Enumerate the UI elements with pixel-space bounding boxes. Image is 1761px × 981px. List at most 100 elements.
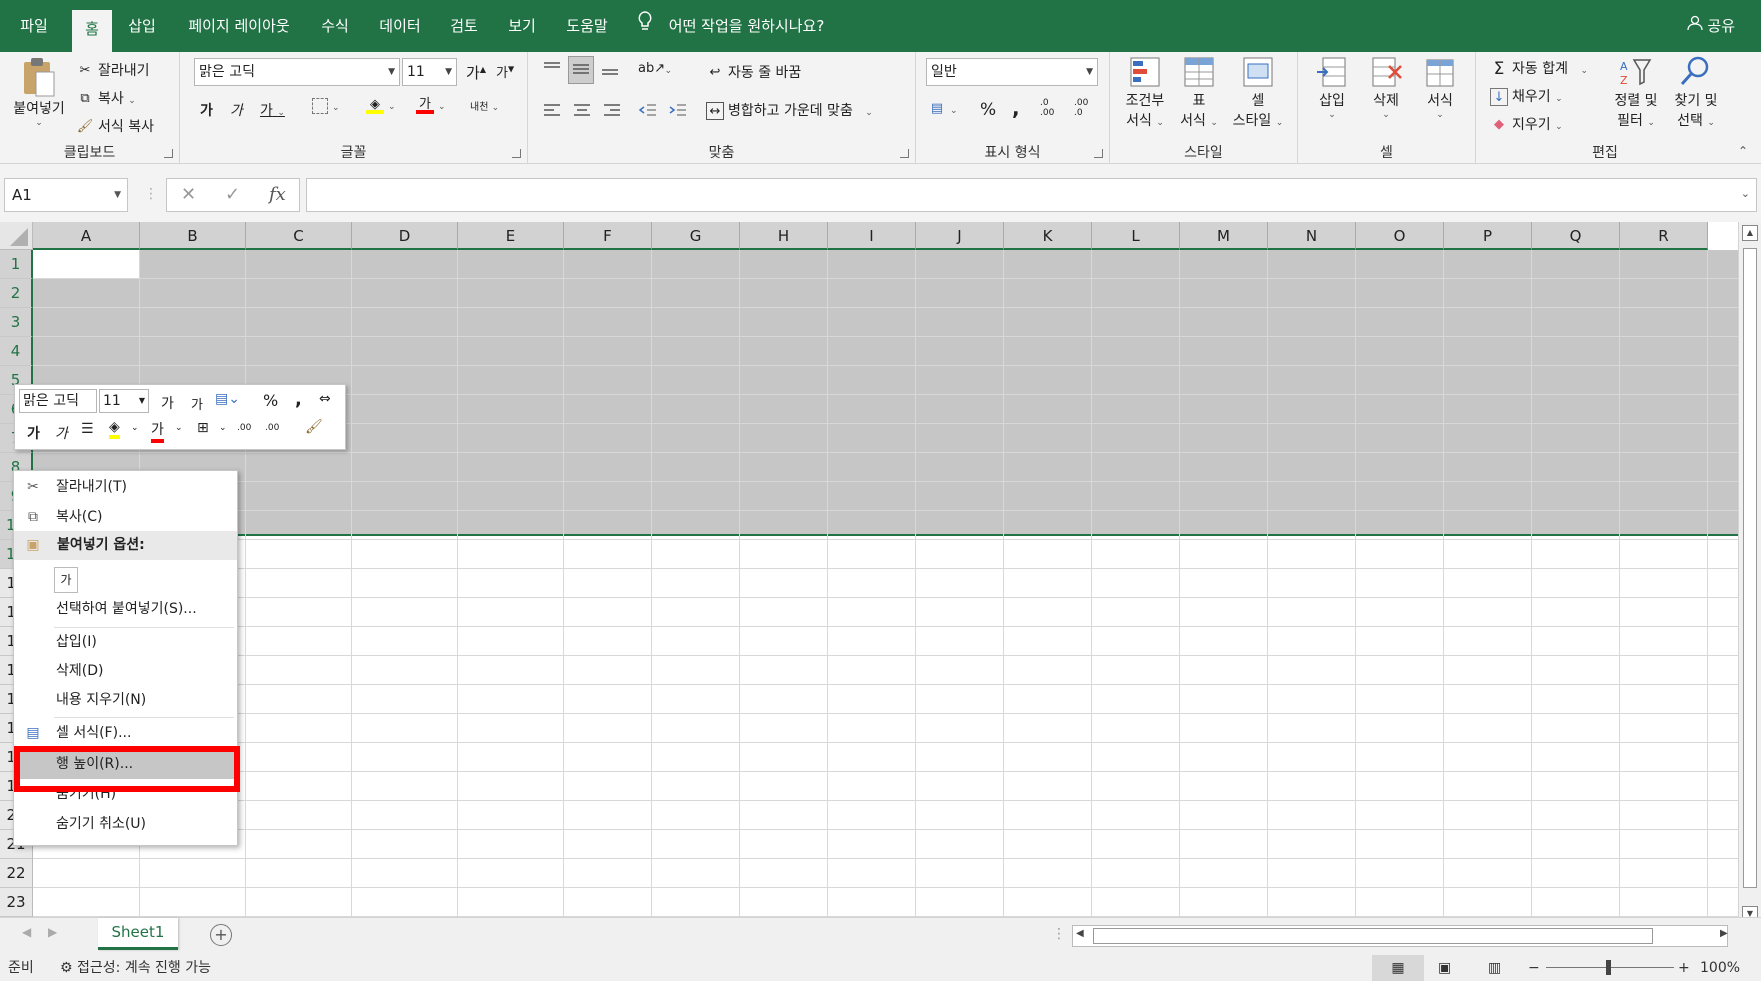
orientation-dropdown-icon[interactable]: ⌄ bbox=[664, 66, 672, 76]
phonetic-dropdown-icon[interactable]: ⌄ bbox=[492, 103, 500, 113]
paste-option-keep-source-icon[interactable]: 가 bbox=[54, 567, 78, 593]
column-header-p[interactable]: P bbox=[1444, 222, 1532, 250]
column-header-m[interactable]: M bbox=[1180, 222, 1268, 250]
column-header-a[interactable]: A bbox=[33, 222, 140, 250]
font-color-dropdown-icon[interactable]: ⌄ bbox=[438, 102, 446, 112]
normal-view-icon[interactable]: ▦ bbox=[1372, 955, 1424, 981]
mini-merge-icon[interactable]: ⇔ bbox=[319, 391, 331, 407]
tab-file[interactable]: 파일 bbox=[6, 0, 62, 52]
decrease-decimal-button[interactable]: .00 .0 bbox=[1074, 98, 1088, 118]
mini-fill-color-icon[interactable]: ◈ bbox=[109, 419, 120, 439]
horizontal-scrollbar[interactable]: ◀ bbox=[1072, 925, 1728, 947]
font-size-combo[interactable]: 11 ▼ bbox=[402, 58, 457, 86]
align-middle-button[interactable] bbox=[568, 56, 594, 84]
clear-dropdown-icon[interactable]: ⌄ bbox=[1555, 122, 1563, 132]
percent-style-button[interactable]: % bbox=[980, 100, 996, 120]
orientation-button[interactable]: ab↗ ⌄ bbox=[638, 60, 672, 78]
fill-button[interactable]: ↓ 채우기 ⌄ bbox=[1490, 86, 1563, 106]
column-header-o[interactable]: O bbox=[1356, 222, 1444, 250]
menu-item-hide[interactable]: 숨기기(H) bbox=[14, 780, 237, 809]
tab-split-grip-icon[interactable]: ⋮ bbox=[1052, 926, 1066, 942]
delete-cells-button[interactable]: 삭제 ⌄ bbox=[1362, 54, 1410, 120]
conditional-formatting-button[interactable]: 조건부 서식 ⌄ bbox=[1120, 54, 1170, 130]
font-dialog-launcher[interactable] bbox=[512, 149, 521, 158]
row-header-3[interactable]: 3 bbox=[0, 308, 33, 337]
copy-button[interactable]: ⧉ 복사 ⌄ bbox=[76, 88, 136, 108]
column-header-g[interactable]: G bbox=[652, 222, 740, 250]
page-layout-view-icon[interactable]: ▣ bbox=[1438, 955, 1451, 981]
shrink-font-button[interactable]: 가▼ bbox=[496, 62, 514, 81]
font-color-button[interactable]: 가 ⌄ bbox=[416, 96, 446, 114]
zoom-in-icon[interactable]: + bbox=[1678, 955, 1690, 981]
menu-item-insert[interactable]: 삽입(I) bbox=[14, 628, 237, 657]
mini-shrink-font-button[interactable]: 가 bbox=[191, 394, 203, 413]
tab-data[interactable]: 데이터 bbox=[368, 0, 432, 52]
mini-align-center-icon[interactable]: ☰ bbox=[81, 421, 94, 437]
zoom-slider-thumb[interactable] bbox=[1606, 960, 1611, 975]
format-as-table-button[interactable]: 표 서식 ⌄ bbox=[1174, 54, 1224, 130]
align-right-button[interactable] bbox=[602, 102, 622, 122]
format-cells-dropdown-icon[interactable]: ⌄ bbox=[1416, 110, 1464, 120]
zoom-out-icon[interactable]: − bbox=[1528, 955, 1540, 981]
insert-cells-button[interactable]: 삽입 ⌄ bbox=[1308, 54, 1356, 120]
sheet-nav-prev-icon[interactable]: ◀ bbox=[22, 925, 31, 939]
italic-button[interactable]: 가 bbox=[230, 100, 243, 120]
bold-button[interactable]: 가 bbox=[200, 100, 213, 120]
conditional-formatting-dropdown-icon[interactable]: ⌄ bbox=[1156, 118, 1164, 128]
find-select-dropdown-icon[interactable]: ⌄ bbox=[1707, 118, 1715, 128]
mini-font-color-dropdown-icon[interactable]: ⌄ bbox=[175, 423, 183, 433]
copy-dropdown-icon[interactable]: ⌄ bbox=[128, 96, 136, 106]
mini-comma-button[interactable]: , bbox=[295, 389, 302, 410]
select-all-corner[interactable] bbox=[0, 222, 33, 250]
vertical-scrollbar[interactable]: ▲ ▼ bbox=[1738, 222, 1761, 927]
cancel-icon[interactable]: ✕ bbox=[181, 179, 196, 211]
autosum-button[interactable]: Σ 자동 합계 ⌄ bbox=[1490, 58, 1588, 78]
wrap-text-button[interactable]: ↩ 자동 줄 바꿈 bbox=[706, 62, 802, 82]
mini-grow-font-button[interactable]: 가 bbox=[161, 393, 174, 413]
font-name-combo[interactable]: 맑은 고딕 ▼ bbox=[194, 58, 400, 86]
sort-filter-dropdown-icon[interactable]: ⌄ bbox=[1647, 118, 1655, 128]
cut-button[interactable]: ✂ 잘라내기 bbox=[76, 60, 150, 80]
mini-font-color-button[interactable]: 가 bbox=[151, 419, 164, 443]
paste-dropdown-icon[interactable]: ⌄ bbox=[8, 118, 70, 128]
column-header-r[interactable]: R bbox=[1620, 222, 1708, 250]
sheet-tab-sheet1[interactable]: Sheet1 bbox=[98, 918, 178, 950]
increase-indent-button[interactable] bbox=[668, 102, 688, 122]
mini-size-combo[interactable]: 11 ▼ bbox=[99, 389, 149, 413]
mini-increase-decimal-button[interactable]: .00 bbox=[237, 423, 251, 433]
mini-fill-dropdown-icon[interactable]: ⌄ bbox=[131, 423, 139, 433]
scroll-up-arrow-icon[interactable]: ▲ bbox=[1742, 225, 1758, 241]
mini-percent-button[interactable]: % bbox=[263, 391, 278, 410]
mini-decrease-decimal-button[interactable]: .00 bbox=[265, 423, 279, 433]
find-select-button[interactable]: 찾기 및 선택 ⌄ bbox=[1668, 54, 1724, 130]
cell-styles-button[interactable]: 셀 스타일 ⌄ bbox=[1228, 54, 1288, 130]
fill-dropdown-icon[interactable]: ⌄ bbox=[1555, 94, 1563, 104]
underline-button[interactable]: 가 ⌄ bbox=[260, 100, 285, 120]
number-format-combo[interactable]: 일반 ▼ bbox=[926, 58, 1098, 86]
mini-accounting-icon[interactable]: ▤⌄ bbox=[215, 391, 240, 407]
menu-item-row-height[interactable]: 행 높이(R)... bbox=[14, 750, 237, 779]
merge-center-button[interactable]: ↔ 병합하고 가운데 맞춤 ⌄ bbox=[706, 100, 873, 120]
mini-borders-icon[interactable]: ⊞ bbox=[197, 420, 209, 436]
tell-me-search[interactable]: 어떤 작업을 원하시나요? bbox=[638, 0, 824, 52]
tab-insert[interactable]: 삽입 bbox=[118, 0, 166, 52]
page-break-view-icon[interactable]: ▥ bbox=[1488, 955, 1501, 981]
menu-item-unhide[interactable]: 숨기기 취소(U) bbox=[14, 810, 237, 839]
name-box[interactable]: A1 ▼ bbox=[4, 178, 128, 212]
delete-cells-dropdown-icon[interactable]: ⌄ bbox=[1362, 110, 1410, 120]
fill-color-button[interactable]: ◈ ⌄ bbox=[366, 96, 396, 114]
formula-expand-icon[interactable]: ⌄ bbox=[1741, 187, 1750, 200]
menu-item-paste-special[interactable]: 선택하여 붙여넣기(S)... bbox=[14, 595, 237, 624]
row-header-2[interactable]: 2 bbox=[0, 279, 33, 308]
grow-font-button[interactable]: 가▲ bbox=[466, 62, 486, 83]
tab-page-layout[interactable]: 페이지 레이아웃 bbox=[174, 0, 304, 52]
cell-styles-dropdown-icon[interactable]: ⌄ bbox=[1276, 118, 1284, 128]
column-header-n[interactable]: N bbox=[1268, 222, 1356, 250]
menu-item-format-cells[interactable]: ▤ 셀 서식(F)... bbox=[14, 719, 237, 748]
formula-input[interactable]: ⌄ bbox=[306, 178, 1757, 212]
fill-color-dropdown-icon[interactable]: ⌄ bbox=[388, 102, 396, 112]
font-name-dropdown-icon[interactable]: ▼ bbox=[388, 59, 395, 85]
tab-help[interactable]: 도움말 bbox=[558, 0, 616, 52]
number-dialog-launcher[interactable] bbox=[1094, 149, 1103, 158]
column-header-l[interactable]: L bbox=[1092, 222, 1180, 250]
